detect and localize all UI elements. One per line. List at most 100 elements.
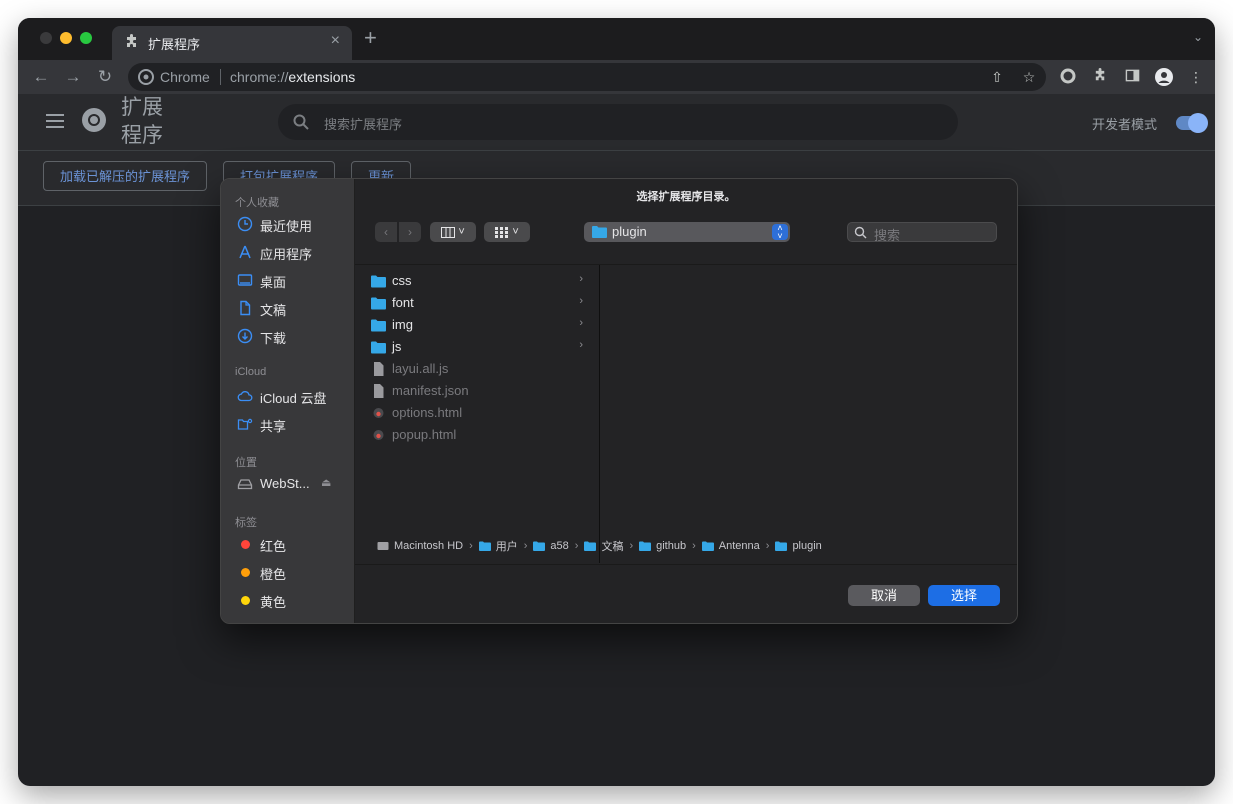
profile-avatar-icon[interactable] bbox=[1155, 68, 1173, 86]
sidebar-item-documents[interactable]: 文稿 bbox=[237, 298, 349, 318]
sidebar-tag-green[interactable]: 绿色 bbox=[237, 618, 349, 623]
chrome-logo-icon bbox=[82, 108, 106, 132]
sidebar-item-downloads[interactable]: 下载 bbox=[237, 326, 349, 346]
file-row-folder[interactable]: js › bbox=[371, 337, 583, 357]
reload-icon[interactable]: ↻ bbox=[94, 66, 116, 88]
share-icon[interactable]: ⇧ bbox=[988, 68, 1006, 86]
eject-icon[interactable]: ⏏ bbox=[321, 476, 331, 489]
tab-extensions[interactable]: 扩展程序 × bbox=[112, 26, 352, 60]
dialog-search-input[interactable]: 搜索 bbox=[847, 222, 997, 243]
divider bbox=[355, 264, 1017, 265]
file-row-folder[interactable]: font › bbox=[371, 293, 583, 313]
extensions-search-input[interactable]: 搜索扩展程序 bbox=[278, 104, 958, 140]
html-file-icon bbox=[373, 430, 384, 440]
back-chevron-icon[interactable]: ‹ bbox=[375, 222, 397, 242]
chevron-right-icon: › bbox=[579, 339, 583, 351]
file-row-file[interactable]: layui.all.js bbox=[371, 359, 583, 379]
clock-icon bbox=[237, 216, 253, 232]
file-name: popup.html bbox=[392, 427, 457, 442]
chevron-down-icon: ˅ bbox=[512, 226, 519, 238]
window-minimize-button[interactable] bbox=[60, 32, 72, 44]
sidebar-item-label: 下载 bbox=[260, 331, 287, 346]
back-forward-group: ‹ › bbox=[375, 222, 421, 242]
path-label: Antenna bbox=[718, 540, 760, 553]
cloud-icon bbox=[237, 391, 253, 402]
path-item[interactable]: github bbox=[639, 540, 686, 552]
load-unpacked-button[interactable]: 加载已解压的扩展程序 bbox=[43, 161, 208, 191]
file-row-folder[interactable]: img › bbox=[371, 315, 583, 335]
file-row-file[interactable]: popup.html bbox=[371, 425, 583, 445]
forward-chevron-icon[interactable]: › bbox=[399, 222, 421, 242]
cancel-button[interactable]: 取消 bbox=[848, 585, 920, 606]
file-name: layui.all.js bbox=[392, 361, 449, 376]
sidebar-item-recents[interactable]: 最近使用 bbox=[237, 214, 349, 234]
menu-icon[interactable] bbox=[46, 114, 64, 128]
path-item[interactable]: 用户 bbox=[478, 538, 518, 554]
file-row-file[interactable]: manifest.json bbox=[371, 381, 583, 401]
updown-chevron-icon: ˄ ˅ bbox=[772, 224, 788, 241]
window-close-button[interactable] bbox=[40, 32, 52, 44]
sidebar-item-shared[interactable]: 共享 bbox=[237, 414, 349, 434]
developer-mode-label: 开发者模式 bbox=[1092, 117, 1158, 132]
file-name: font bbox=[392, 295, 414, 310]
sidebar-tag-red[interactable]: 红色 bbox=[237, 534, 349, 554]
file-name: options.html bbox=[392, 405, 463, 420]
back-arrow-icon[interactable]: ← bbox=[30, 66, 52, 88]
tab-search-chevron-icon[interactable]: ⌄ bbox=[1193, 30, 1203, 44]
path-item[interactable]: Macintosh HD bbox=[377, 540, 463, 552]
sidebar-item-label: 应用程序 bbox=[260, 247, 313, 262]
path-separator-icon: › bbox=[523, 540, 528, 552]
sidebar-tag-yellow[interactable]: 黄色 bbox=[237, 590, 349, 610]
location-popup[interactable]: plugin ˄ ˅ bbox=[584, 222, 790, 242]
url-scheme: chrome:// bbox=[230, 69, 289, 85]
omnibox[interactable]: Chrome chrome://extensions ⇧ ☆ bbox=[128, 63, 1046, 91]
sidebar-item-label: 绿色 bbox=[260, 620, 286, 623]
folder-icon bbox=[371, 275, 386, 288]
tab-close-icon[interactable]: × bbox=[331, 32, 340, 50]
path-separator-icon: › bbox=[469, 540, 473, 552]
applications-icon bbox=[239, 245, 251, 259]
path-item[interactable]: a58 bbox=[533, 540, 569, 552]
grid-icon bbox=[495, 226, 509, 238]
side-panel-icon[interactable] bbox=[1123, 68, 1141, 86]
extension-ring-icon[interactable] bbox=[1059, 68, 1077, 86]
sidebar-item-webstorm-volume[interactable]: WebSt... ⏏ bbox=[237, 474, 349, 494]
path-separator-icon: › bbox=[629, 540, 634, 552]
chrome-logo-icon bbox=[138, 69, 154, 85]
choose-button[interactable]: 选择 bbox=[928, 585, 1000, 606]
location-name: plugin bbox=[612, 224, 647, 239]
sidebar-item-desktop[interactable]: 桌面 bbox=[237, 270, 349, 290]
window-zoom-button[interactable] bbox=[80, 32, 92, 44]
dialog-main: 选择扩展程序目录。 ‹ › ˅ ˅ plugin ˄ ˅ 搜索 css › fo… bbox=[355, 179, 1017, 623]
folder-icon bbox=[478, 541, 491, 551]
file-row-file[interactable]: options.html bbox=[371, 403, 583, 423]
more-menu-icon[interactable]: ⋮ bbox=[1187, 68, 1205, 86]
puzzle-icon bbox=[127, 34, 136, 47]
path-item[interactable]: plugin bbox=[775, 540, 822, 552]
developer-mode-toggle[interactable] bbox=[1176, 113, 1208, 133]
sidebar-item-icloud-drive[interactable]: iCloud 云盘 bbox=[237, 386, 349, 406]
divider bbox=[355, 564, 1017, 565]
folder-icon bbox=[533, 541, 546, 552]
sidebar-tag-orange[interactable]: 橙色 bbox=[237, 562, 349, 582]
url-text[interactable]: chrome://extensions bbox=[230, 69, 355, 85]
file-row-folder[interactable]: css › bbox=[371, 271, 583, 291]
forward-arrow-icon[interactable]: → bbox=[62, 66, 84, 88]
extensions-puzzle-icon[interactable] bbox=[1091, 68, 1109, 86]
path-label: 用户 bbox=[495, 541, 518, 553]
extensions-header: 扩展程序 搜索扩展程序 开发者模式 bbox=[18, 94, 1215, 151]
hard-drive-icon bbox=[377, 542, 389, 551]
star-icon[interactable]: ☆ bbox=[1020, 68, 1038, 86]
sidebar-item-label: iCloud 云盘 bbox=[260, 391, 327, 406]
column-divider[interactable] bbox=[599, 265, 600, 563]
file-name: manifest.json bbox=[392, 383, 469, 398]
path-item[interactable]: Antenna bbox=[701, 540, 760, 553]
file-icon bbox=[374, 362, 384, 376]
group-view-button[interactable]: ˅ bbox=[484, 222, 530, 242]
sidebar-item-applications[interactable]: 应用程序 bbox=[237, 242, 349, 262]
new-tab-button[interactable]: + bbox=[364, 27, 377, 49]
column-view-button[interactable]: ˅ bbox=[430, 222, 476, 242]
path-item[interactable]: 文稿 bbox=[584, 538, 623, 554]
chevron-right-icon: › bbox=[579, 295, 583, 307]
folder-icon bbox=[775, 541, 788, 552]
